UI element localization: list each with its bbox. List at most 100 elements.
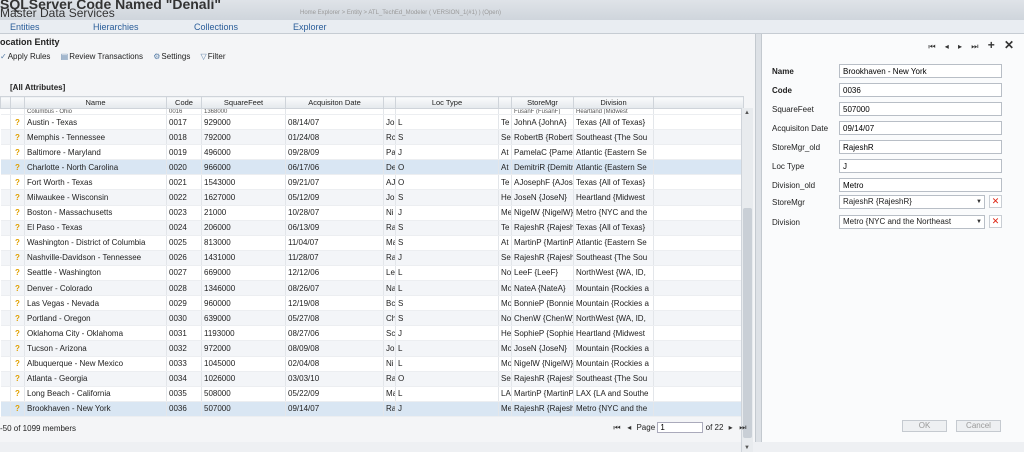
field-input[interactable]	[839, 102, 1002, 116]
cell-division-old[interactable]: Te	[498, 220, 512, 236]
cell-loc-type[interactable]: L	[395, 114, 499, 131]
cell-flag[interactable]: ?	[10, 356, 25, 372]
table-row[interactable]: ? Albuquerque - New Mexico 0033 1045000 02/0…	[0, 356, 744, 372]
cell-division-old[interactable]: Me	[498, 205, 512, 221]
cell-division-old[interactable]: No	[498, 265, 512, 282]
cell-code[interactable]: 0035	[166, 386, 202, 402]
cell-flag[interactable]: ?	[10, 310, 25, 327]
panel-splitter[interactable]	[755, 34, 762, 442]
header-acquisition-date[interactable]: Acquisiton Date	[285, 96, 384, 109]
table-row[interactable]: ? Washington - District of Columbia 0025 81…	[0, 235, 744, 251]
close-icon[interactable]: ✕	[1004, 38, 1014, 52]
cell-storemgr-old[interactable]: De	[383, 159, 396, 176]
cell-squarefeet[interactable]: 1627000	[201, 189, 286, 206]
cell-acquisition-date[interactable]: 11/04/07	[285, 235, 384, 251]
header-storemgr-old[interactable]	[383, 96, 396, 109]
cell-acquisition-date[interactable]: 05/22/09	[285, 386, 384, 402]
prev-record-icon[interactable]: ◂	[945, 42, 949, 51]
cell-storemgr[interactable]: DemitriR {DemitriR}	[511, 159, 574, 176]
scroll-down-icon[interactable]: ▼	[744, 445, 750, 451]
cell-division[interactable]: Southeast {The Sou	[573, 129, 654, 146]
cell-squarefeet[interactable]: 792000	[201, 129, 286, 146]
cell-acquisition-date[interactable]: 08/09/08	[285, 340, 384, 357]
cell-flag[interactable]: ?	[10, 325, 25, 342]
cell-storemgr[interactable]: NateA {NateA}	[511, 280, 574, 297]
cell-flag[interactable]: ?	[10, 174, 25, 191]
cell-name[interactable]: Las Vegas - Nevada	[24, 295, 167, 312]
cell-storemgr[interactable]: RajeshR {RajeshR}	[511, 220, 574, 236]
cell-acquisition-date[interactable]: 11/28/07	[285, 250, 384, 266]
cell-loc-type[interactable]: J	[395, 401, 499, 417]
cell-flag[interactable]: ?	[10, 371, 25, 387]
cell-code[interactable]: 0025	[166, 235, 202, 251]
cell-acquisition-date[interactable]: 09/14/07	[285, 401, 384, 417]
cell-storemgr-old[interactable]: Ma	[383, 235, 396, 251]
cell-division[interactable]: Texas {All of Texas}	[573, 174, 654, 191]
cell-loc-type[interactable]: S	[395, 220, 499, 236]
cell-code[interactable]: 0017	[166, 114, 202, 131]
cell-squarefeet[interactable]: 1193000	[201, 325, 286, 342]
field-input[interactable]	[839, 121, 1002, 135]
cell-division[interactable]: Mountain {Rockies a	[573, 280, 654, 297]
cell-flag[interactable]: ?	[10, 386, 25, 402]
cell-flag[interactable]: ?	[10, 114, 25, 131]
cell-name[interactable]: Memphis - Tennessee	[24, 129, 167, 146]
cell-code[interactable]: 0019	[166, 144, 202, 161]
cell-storemgr[interactable]: RobertB {RobertB}	[511, 129, 574, 146]
table-row[interactable]: ? Charlotte - North Carolina 0020 966000 06/…	[0, 159, 744, 176]
cell-division-old[interactable]: Te	[498, 114, 512, 131]
next-record-icon[interactable]: ▸	[958, 42, 962, 51]
apply-rules-button[interactable]: ✓Apply Rules	[0, 52, 50, 61]
cell-name[interactable]: Washington - District of Columbia	[24, 235, 167, 251]
division-select[interactable]: Metro {NYC and the Northeast ▼	[839, 215, 985, 229]
cell-code[interactable]: 0021	[166, 174, 202, 191]
cell-name[interactable]: Oklahoma City - Oklahoma	[24, 325, 167, 342]
cell-storemgr[interactable]: JoseN {JoseN}	[511, 189, 574, 206]
cell-squarefeet[interactable]: 960000	[201, 295, 286, 312]
cell-storemgr[interactable]: RajeshR {RajeshR}	[511, 371, 574, 387]
nav-collections[interactable]: Collections	[194, 22, 238, 32]
cell-storemgr[interactable]: NigelW {NigelW}	[511, 205, 574, 221]
cell-division-old[interactable]: Mo	[498, 295, 512, 312]
field-input[interactable]	[839, 178, 1002, 192]
field-input[interactable]	[839, 83, 1002, 97]
cell-storemgr[interactable]: NigelW {NigelW}	[511, 356, 574, 372]
cell-loc-type[interactable]: S	[395, 235, 499, 251]
cell-loc-type[interactable]: L	[395, 265, 499, 282]
cell-loc-type[interactable]: L	[395, 356, 499, 372]
field-input[interactable]	[839, 159, 1002, 173]
cell-name[interactable]: Baltimore - Maryland	[24, 144, 167, 161]
cell-squarefeet[interactable]: 507000	[201, 401, 286, 417]
storemgr-clear-button[interactable]: ✕	[989, 195, 1002, 208]
cell-storemgr[interactable]: PamelaC {PamelaC}	[511, 144, 574, 161]
cell-loc-type[interactable]: S	[395, 310, 499, 327]
cell-storemgr[interactable]: BonnieP {BonnieP}	[511, 295, 574, 312]
cell-squarefeet[interactable]: 966000	[201, 159, 286, 176]
cell-loc-type[interactable]: J	[395, 144, 499, 161]
cell-loc-type[interactable]: L	[395, 340, 499, 357]
cell-storemgr-old[interactable]: Ni	[383, 356, 396, 372]
cell-storemgr-old[interactable]: Jo	[383, 340, 396, 357]
nav-explorer[interactable]: Explorer	[293, 22, 327, 32]
cell-flag[interactable]: ?	[10, 280, 25, 297]
table-row[interactable]: ? Brookhaven - New York 0036 507000 09/14/07…	[0, 401, 744, 417]
page-input[interactable]	[657, 422, 704, 433]
cell-squarefeet[interactable]: 508000	[201, 386, 286, 402]
cell-squarefeet[interactable]: 669000	[201, 265, 286, 282]
storemgr-select[interactable]: RajeshR {RajeshR} ▼	[839, 195, 985, 209]
cell-division-old[interactable]: LA	[498, 386, 512, 402]
cell-loc-type[interactable]: J	[395, 325, 499, 342]
cell-squarefeet[interactable]: 639000	[201, 310, 286, 327]
cell-division-old[interactable]: At	[498, 235, 512, 251]
field-input[interactable]	[839, 64, 1002, 78]
cell-name[interactable]: Boston - Massachusetts	[24, 205, 167, 221]
cell-division[interactable]: Atlantic {Eastern Se	[573, 144, 654, 161]
header-loc-type[interactable]: Loc Type	[395, 96, 499, 109]
header-code[interactable]: Code	[166, 96, 202, 109]
cell-division[interactable]: Texas {All of Texas}	[573, 220, 654, 236]
cell-storemgr[interactable]: ChenW {ChenW}	[511, 310, 574, 327]
cell-code[interactable]: 0024	[166, 220, 202, 236]
table-row[interactable]: ? Las Vegas - Nevada 0029 960000 12/19/08 Bc S…	[0, 295, 744, 312]
cell-flag[interactable]: ?	[10, 340, 25, 357]
cell-name[interactable]: Brookhaven - New York	[24, 401, 167, 417]
